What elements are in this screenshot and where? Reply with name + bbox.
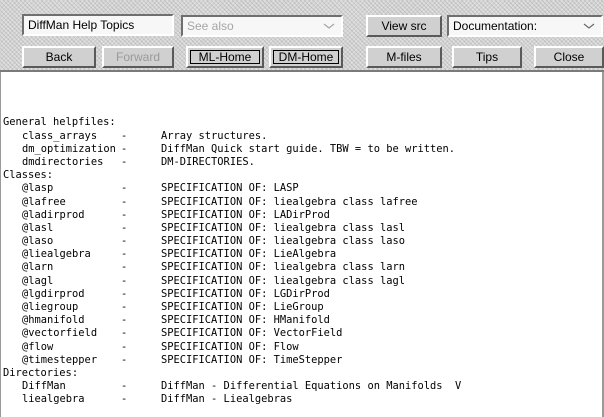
entry-separator: - [121, 142, 128, 155]
entry-description: SPECIFICATION OF: HManifold [161, 314, 330, 327]
entry-separator: - [121, 235, 128, 248]
entry-name[interactable]: dm_optimization [3, 143, 121, 156]
dropdown-arrow-icon [583, 23, 595, 29]
entry-separator: - [121, 182, 128, 195]
entry-separator: - [121, 195, 128, 208]
section-heading: General helpfiles: [3, 116, 116, 129]
entry-name[interactable]: @hmanifold [3, 314, 121, 327]
entry-description: SPECIFICATION OF: LASP [161, 182, 299, 195]
entry-name[interactable]: class_arrays [3, 130, 121, 143]
entry-description: SPECIFICATION OF: LieAlgebra [161, 248, 337, 261]
help-entry[interactable]: @lgdirprod - SPECIFICATION OF: LGDirProd [3, 288, 604, 301]
help-entry[interactable]: @timestepper - SPECIFICATION OF: TimeStepp… [3, 354, 604, 367]
help-entry[interactable]: @liegroup - SPECIFICATION OF: LieGroup [3, 301, 604, 314]
dropdown-arrow-icon [323, 23, 335, 29]
help-entry[interactable]: @ladirprod - SPECIFICATION OF: LADirProd [3, 209, 604, 222]
toolbar: DiffMan Help Topics See also View src Do… [0, 0, 604, 72]
entry-description: DiffMan - Differential Equations on Mani… [161, 380, 462, 393]
help-entry[interactable]: liealgebra - DiffMan - Liealgebras [3, 393, 604, 406]
entry-description: SPECIFICATION OF: LGDirProd [161, 287, 330, 300]
entry-separator: - [121, 393, 128, 406]
help-entry[interactable]: @lagl - SPECIFICATION OF: liealgebra class… [3, 275, 604, 288]
help-entry[interactable]: @hmanifold - SPECIFICATION OF: HManifold [3, 314, 604, 327]
forward-button[interactable]: Forward [102, 46, 174, 68]
help-entry[interactable]: @flow - SPECIFICATION OF: Flow [3, 341, 604, 354]
section-heading: Directories: [3, 366, 79, 379]
entry-description: SPECIFICATION OF: liealgebra class larn [161, 261, 405, 274]
close-button[interactable]: Close [534, 46, 604, 68]
entry-description: DiffMan Quick start guide. TBW = to be w… [161, 142, 456, 155]
documentation-value: Documentation: [453, 19, 538, 33]
entry-separator: - [121, 274, 128, 287]
entry-separator: - [121, 314, 128, 327]
entry-name[interactable]: @lasl [3, 222, 121, 235]
entry-name[interactable]: @lafree [3, 196, 121, 209]
entry-separator: - [121, 340, 128, 353]
entry-description: DiffMan - Liealgebras [161, 393, 293, 406]
entry-separator: - [121, 287, 128, 300]
entry-name[interactable]: @larn [3, 261, 121, 274]
m-files-button[interactable]: M-files [366, 46, 442, 68]
help-content: General helpfiles: class_arrays - Array str… [0, 72, 604, 417]
entry-name[interactable]: @lgdirprod [3, 288, 121, 301]
entry-separator: - [121, 208, 128, 221]
entry-name[interactable]: @ladirprod [3, 209, 121, 222]
entry-separator: - [121, 129, 128, 142]
entry-name[interactable]: liealgebra [3, 393, 121, 406]
help-entry[interactable]: @vectorfield - SPECIFICATION OF: VectorFie… [3, 327, 604, 340]
entry-name[interactable]: @vectorfield [3, 327, 121, 340]
help-entry[interactable]: class_arrays - Array structures. [3, 130, 604, 143]
entry-description: SPECIFICATION OF: LieGroup [161, 301, 324, 314]
entry-description: SPECIFICATION OF: liealgebra class laso [161, 235, 405, 248]
entry-description: SPECIFICATION OF: liealgebra class lasl [161, 221, 405, 234]
tips-button[interactable]: Tips [452, 46, 522, 68]
help-entry[interactable]: @larn - SPECIFICATION OF: liealgebra class… [3, 261, 604, 274]
entry-description: SPECIFICATION OF: Flow [161, 340, 299, 353]
help-window: DiffMan Help Topics See also View src Do… [0, 0, 604, 417]
topics-field[interactable]: DiffMan Help Topics [22, 14, 174, 36]
help-entry[interactable]: DiffMan - DiffMan - Differential Equations… [3, 380, 604, 393]
entry-name[interactable]: @timestepper [3, 354, 121, 367]
entry-description: Array structures. [161, 129, 268, 142]
help-entry[interactable]: @lafree - SPECIFICATION OF: liealgebra cla… [3, 196, 604, 209]
help-entry[interactable]: dmdirectories - DM-DIRECTORIES. [3, 156, 604, 169]
help-entry[interactable]: @liealgebra - SPECIFICATION OF: LieAlgebra [3, 248, 604, 261]
entry-separator: - [121, 221, 128, 234]
entry-separator: - [121, 261, 128, 274]
see-also-dropdown[interactable]: See also [181, 15, 343, 37]
entry-separator: - [121, 353, 128, 366]
entry-description: SPECIFICATION OF: LADirProd [161, 208, 330, 221]
entry-name[interactable]: DiffMan [3, 380, 121, 393]
entry-name[interactable]: @liealgebra [3, 248, 121, 261]
entry-separator: - [121, 155, 128, 168]
ml-home-button[interactable]: ML-Home [186, 46, 264, 68]
entry-separator: - [121, 248, 128, 261]
entry-name[interactable]: @laso [3, 235, 121, 248]
entry-description: SPECIFICATION OF: TimeStepper [161, 353, 343, 366]
entry-separator: - [121, 301, 128, 314]
entry-separator: - [121, 380, 128, 393]
entry-description: SPECIFICATION OF: VectorField [161, 327, 343, 340]
entry-name[interactable]: @liegroup [3, 301, 121, 314]
section-heading: Classes: [3, 169, 54, 182]
help-entry[interactable]: dm_optimization - DiffMan Quick start guid… [3, 143, 604, 156]
view-src-button[interactable]: View src [366, 15, 442, 37]
entry-description: DM-DIRECTORIES. [161, 155, 255, 168]
help-entry[interactable]: @lasl - SPECIFICATION OF: liealgebra class… [3, 222, 604, 235]
entry-description: SPECIFICATION OF: liealgebra class lafre… [161, 195, 418, 208]
back-button[interactable]: Back [22, 46, 96, 68]
entry-name[interactable]: @lagl [3, 275, 121, 288]
entry-name[interactable]: @flow [3, 341, 121, 354]
entry-name[interactable]: @lasp [3, 182, 121, 195]
entry-separator: - [121, 327, 128, 340]
help-entry[interactable]: @lasp - SPECIFICATION OF: LASP [3, 182, 604, 195]
help-entry[interactable]: @laso - SPECIFICATION OF: liealgebra class… [3, 235, 604, 248]
see-also-value: See also [187, 19, 234, 33]
entry-name[interactable]: dmdirectories [3, 156, 121, 169]
dm-home-button[interactable]: DM-Home [269, 46, 343, 68]
documentation-dropdown[interactable]: Documentation: [447, 15, 603, 37]
entry-description: SPECIFICATION OF: liealgebra class lagl [161, 274, 405, 287]
